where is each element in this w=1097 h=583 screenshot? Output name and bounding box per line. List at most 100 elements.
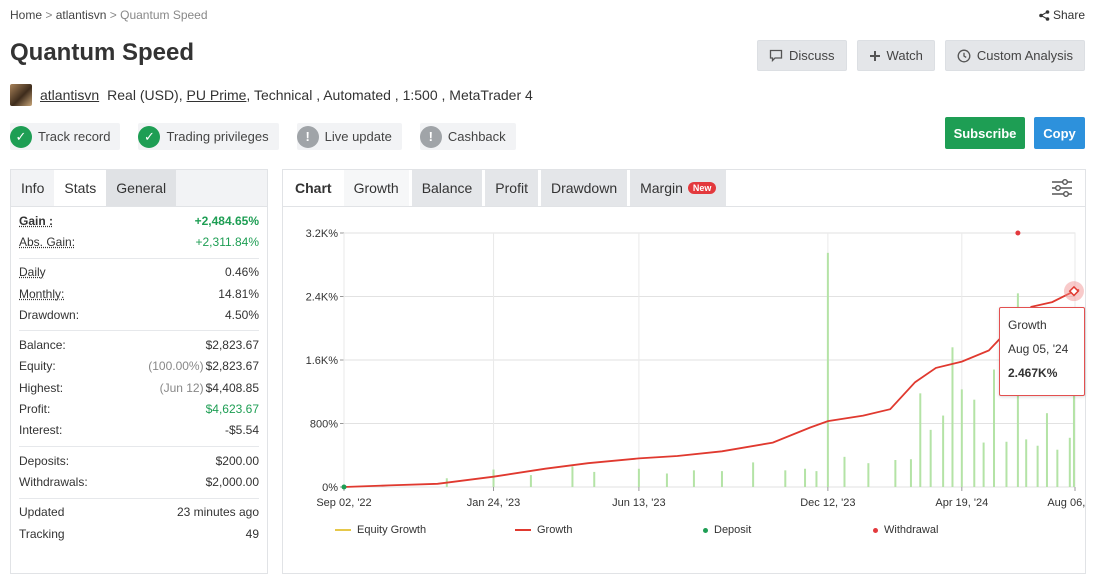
- x-tick-label: Aug 06, '24: [1047, 497, 1085, 509]
- legend-label: Equity Growth: [357, 524, 427, 536]
- y-tick-label: 2.4K%: [306, 292, 339, 304]
- stats-panel: Info Stats General Gain : +2,484.65% Abs…: [10, 169, 268, 574]
- x-tick-label: Jan 24, '23: [467, 497, 520, 509]
- tab-drawdown[interactable]: Drawdown: [540, 170, 628, 206]
- stat-row-interest: Interest: -$5.54: [19, 420, 259, 441]
- legend-withdrawal[interactable]: Withdrawal: [873, 524, 938, 536]
- stat-row-balance: Balance: $2,823.67: [19, 334, 259, 355]
- check-icon: ✓: [138, 125, 161, 148]
- stat-note: (100.00%): [148, 359, 204, 374]
- tab-chart[interactable]: Chart: [283, 170, 344, 206]
- x-tick-label: Apr 19, '24: [935, 497, 988, 509]
- custom-analysis-button[interactable]: Custom Analysis: [944, 40, 1085, 71]
- stat-value: 4.50%: [224, 307, 259, 322]
- tab-growth[interactable]: Growth: [343, 170, 409, 206]
- bar: [804, 468, 807, 487]
- stat-row-highest: Highest: (Jun 12) $4,408.85: [19, 377, 259, 398]
- y-tick-label: 1.6K%: [306, 355, 339, 367]
- bar: [929, 429, 932, 487]
- stat-value: $200.00: [215, 453, 259, 468]
- stat-value: 23 minutes ago: [176, 505, 259, 520]
- watch-button[interactable]: Watch: [856, 40, 935, 71]
- custom-analysis-label: Custom Analysis: [976, 48, 1073, 63]
- bar: [637, 468, 640, 487]
- stat-row-monthly: Monthly: 14.81%: [19, 283, 259, 304]
- stat-row-withdrawals: Withdrawals: $2,000.00: [19, 471, 259, 492]
- badge-cashback[interactable]: ! Cashback: [419, 123, 516, 150]
- account-type-text: Real (USD),: [107, 87, 183, 103]
- bar: [752, 462, 755, 487]
- tab-margin[interactable]: Margin New: [630, 170, 727, 206]
- bar: [1036, 445, 1039, 487]
- broker-link[interactable]: PU Prime: [187, 87, 247, 103]
- stat-row-deposits: Deposits: $200.00: [19, 450, 259, 471]
- bar: [1025, 439, 1028, 487]
- stat-label[interactable]: Gain :: [19, 214, 53, 228]
- stat-row-abs-gain: Abs. Gain: +2,311.84%: [19, 231, 259, 252]
- bar: [692, 470, 695, 487]
- y-tick-label: 0%: [322, 482, 338, 494]
- bar: [1005, 441, 1008, 487]
- breadcrumb-current: Quantum Speed: [120, 8, 208, 22]
- stat-label: Withdrawals:: [19, 474, 88, 489]
- stat-value-text: $2,823.67: [205, 359, 259, 374]
- settings-sliders-icon[interactable]: [1051, 178, 1073, 198]
- copy-button[interactable]: Copy: [1034, 117, 1085, 149]
- growth-line: [343, 288, 1080, 488]
- tab-stats[interactable]: Stats: [54, 170, 107, 206]
- stat-label[interactable]: Abs. Gain:: [19, 235, 75, 249]
- badge-trading-privileges[interactable]: ✓ Trading privileges: [138, 123, 279, 150]
- stat-note: (Jun 12): [159, 380, 204, 395]
- watch-label: Watch: [886, 48, 923, 63]
- stat-label: Deposits:: [19, 453, 70, 468]
- stats-group-funds: Deposits: $200.00 Withdrawals: $2,000.00: [19, 447, 259, 499]
- bar: [815, 471, 818, 487]
- exclamation-icon: !: [296, 125, 319, 148]
- legend-equity-growth[interactable]: Equity Growth: [335, 524, 515, 536]
- bar: [993, 369, 996, 487]
- bar: [593, 471, 596, 487]
- badge-live-update[interactable]: ! Live update: [296, 123, 402, 150]
- tab-info[interactable]: Info: [11, 170, 54, 206]
- legend-growth[interactable]: Growth: [515, 524, 695, 536]
- tab-profit[interactable]: Profit: [485, 170, 538, 206]
- share-button[interactable]: Share: [1039, 8, 1085, 22]
- stats-group-gain: Gain : +2,484.65% Abs. Gain: +2,311.84%: [19, 207, 259, 259]
- stats-tabs: Info Stats General: [11, 170, 267, 207]
- stat-label: Profit:: [19, 402, 51, 417]
- tooltip-value: 2.467K%: [1008, 366, 1058, 380]
- account-type: Real (USD), PU Prime, Technical , Automa…: [107, 87, 533, 103]
- stat-label: Drawdown:: [19, 307, 80, 322]
- username-link[interactable]: atlantisvn: [40, 87, 99, 103]
- stats-group-updated: Updated 23 minutes ago Tracking 49: [19, 499, 259, 550]
- avatar[interactable]: [10, 84, 32, 106]
- bar: [894, 460, 897, 487]
- share-icon: [1039, 9, 1050, 21]
- stat-label[interactable]: Monthly:: [19, 287, 64, 301]
- subscribe-button[interactable]: Subscribe: [945, 117, 1025, 149]
- bar: [1056, 449, 1059, 487]
- legend-deposit[interactable]: Deposit: [695, 524, 873, 536]
- bar: [942, 415, 945, 487]
- breadcrumb-separator: >: [109, 8, 117, 22]
- stat-label[interactable]: Daily: [19, 265, 46, 279]
- tab-general[interactable]: General: [106, 170, 177, 206]
- stat-label: Interest:: [19, 423, 63, 438]
- bar: [951, 347, 954, 487]
- plus-icon: [869, 50, 880, 61]
- stat-value: (100.00%) $2,823.67: [148, 359, 259, 373]
- chart-panel: Chart Growth Balance Profit Drawdown Mar…: [282, 169, 1086, 574]
- breadcrumb-user[interactable]: atlantisvn: [56, 8, 107, 22]
- stat-value: +2,484.65%: [194, 213, 259, 228]
- breadcrumb-home[interactable]: Home: [10, 8, 42, 22]
- tab-balance[interactable]: Balance: [411, 170, 483, 206]
- legend-label: Withdrawal: [884, 524, 939, 536]
- bar: [826, 252, 829, 487]
- badge-track-record[interactable]: ✓ Track record: [10, 123, 121, 150]
- bar: [867, 463, 870, 487]
- bar: [909, 459, 912, 487]
- legend-label: Growth: [537, 524, 573, 536]
- x-tick-label: Jun 13, '23: [612, 497, 665, 509]
- discuss-button[interactable]: Discuss: [757, 40, 847, 71]
- stat-value: $2,823.67: [205, 338, 259, 353]
